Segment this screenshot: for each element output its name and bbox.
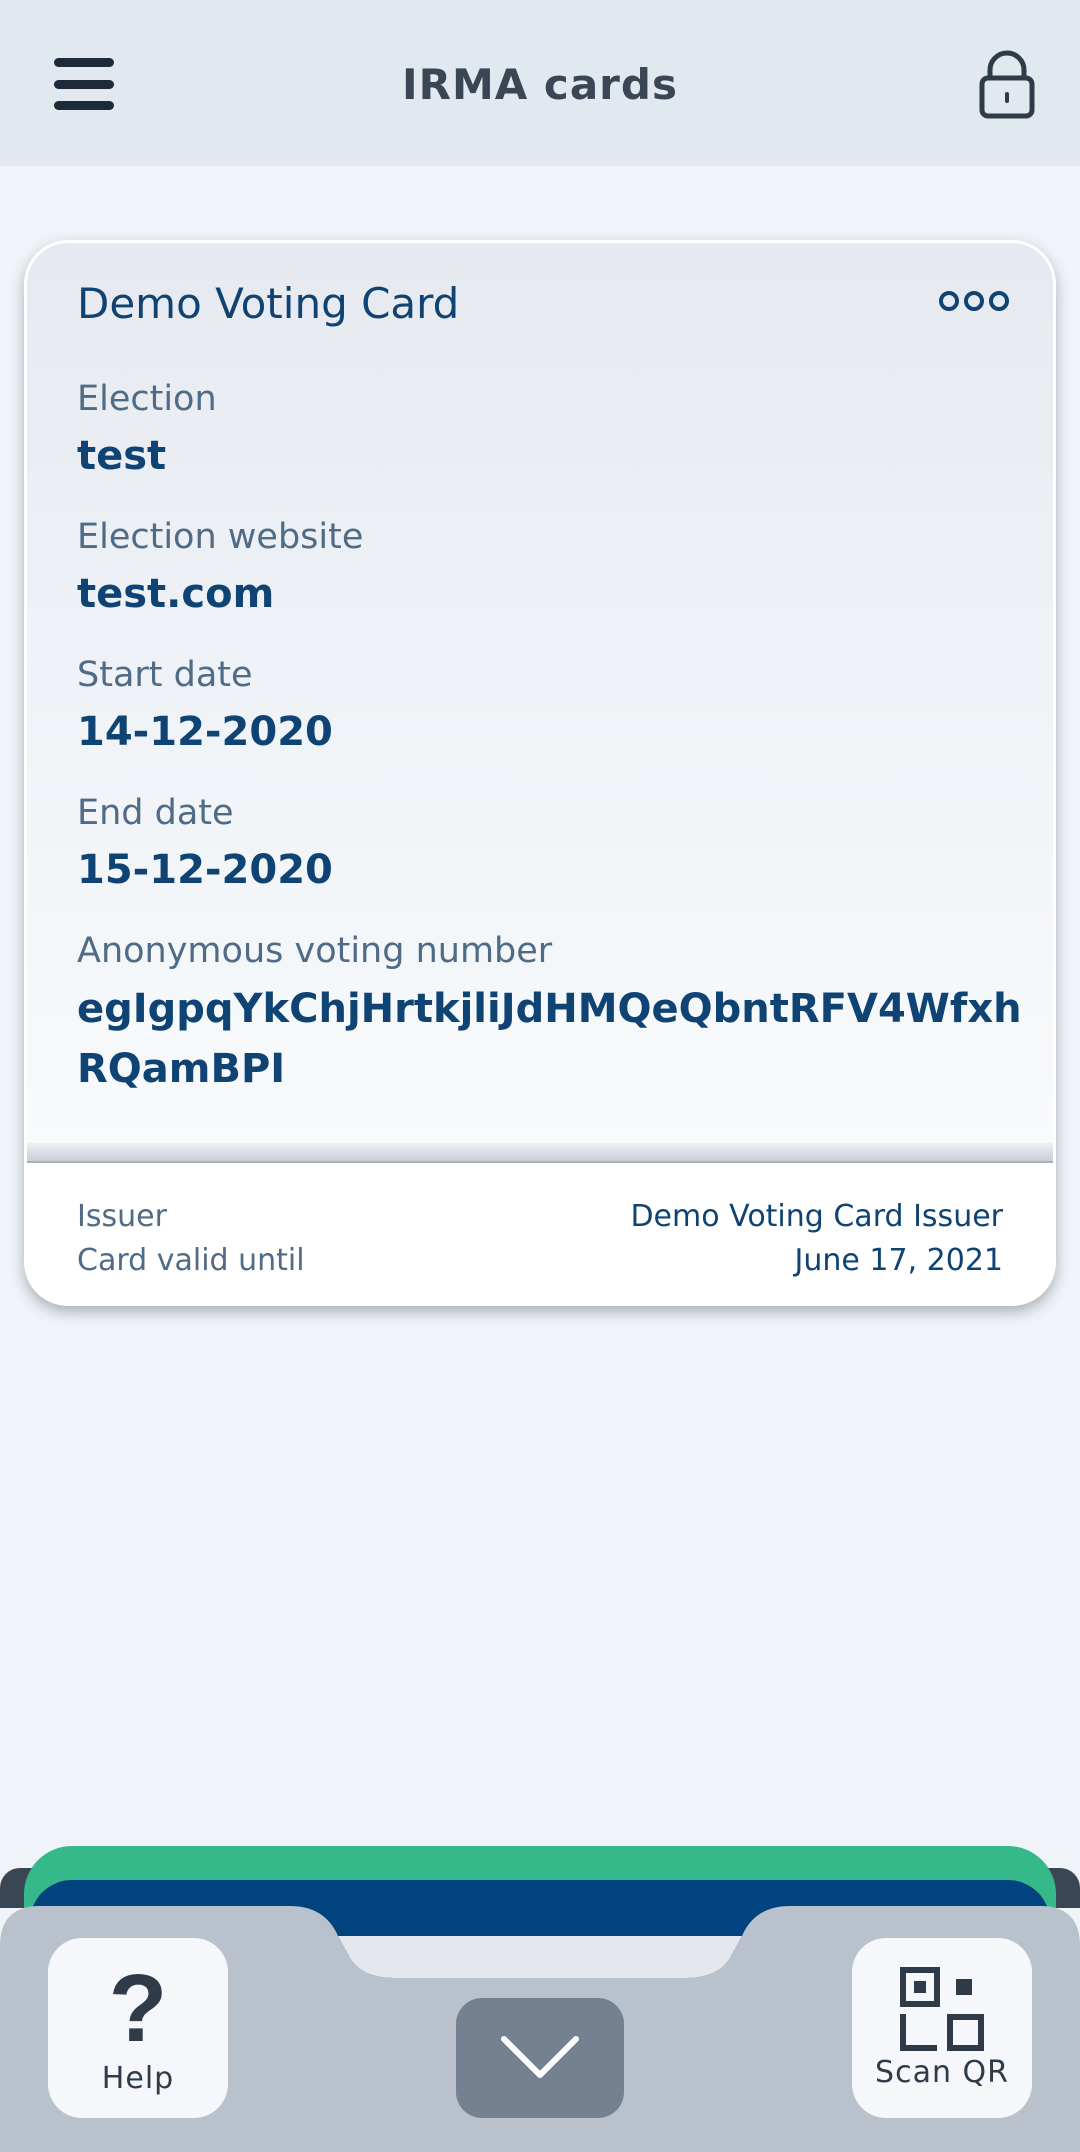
collapse-cards-button[interactable] [456, 1998, 624, 2118]
card-body: Demo Voting Card Election test Election … [27, 243, 1053, 1161]
attribute-label: Start date [77, 655, 253, 695]
attribute-label: Election [77, 379, 217, 419]
lock-icon [979, 50, 1035, 119]
card-title: Demo Voting Card [77, 279, 460, 328]
bottom-bar: ? Help Scan QR [0, 1906, 1080, 2152]
attribute-value: test [77, 433, 167, 479]
attribute-value: 14-12-2020 [77, 709, 333, 755]
attribute-value: 15-12-2020 [77, 847, 333, 893]
app-screen: IRMA cards Demo Voting Card Election tes… [0, 0, 1080, 2152]
attribute-label: Election website [77, 517, 364, 557]
more-options-button[interactable] [939, 287, 1009, 315]
help-label: Help [101, 2060, 175, 2096]
qr-code-icon [900, 1966, 984, 2051]
attribute-value: test.com [77, 571, 275, 617]
more-options-icon [939, 291, 959, 311]
app-bar: IRMA cards [0, 0, 1080, 166]
attribute-label: Anonymous voting number [77, 931, 553, 971]
card-footer: Issuer Demo Voting Card Issuer Card vali… [27, 1163, 1053, 1303]
valid-until-label: Card valid until [77, 1243, 305, 1278]
lock-button[interactable] [974, 48, 1040, 120]
credential-card[interactable]: Demo Voting Card Election test Election … [24, 240, 1056, 1306]
help-button[interactable]: ? Help [48, 1938, 228, 2118]
scan-qr-button[interactable]: Scan QR [852, 1938, 1032, 2118]
question-mark-icon: ? [108, 1954, 168, 2062]
valid-until-value: June 17, 2021 [794, 1243, 1003, 1278]
attribute-label: End date [77, 793, 234, 833]
scan-qr-label: Scan QR [875, 2054, 1009, 2090]
issuer-value: Demo Voting Card Issuer [630, 1199, 1003, 1234]
attribute-value: egIgpqYkChjHrtkjliJdHMQeQbntRFV4WfxhRQam… [77, 986, 1022, 1092]
page-title: IRMA cards [402, 60, 678, 109]
issuer-label: Issuer [77, 1199, 167, 1234]
chevron-down-icon [501, 2036, 579, 2078]
card-divider [27, 1143, 1053, 1163]
